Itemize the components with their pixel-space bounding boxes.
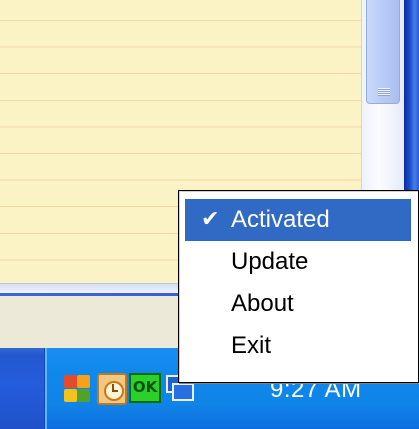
menu-item-update[interactable]: Update	[185, 241, 411, 283]
menu-item-activated[interactable]: ✔ Activated	[185, 199, 411, 241]
menu-item-exit[interactable]: Exit	[185, 325, 411, 367]
office-icon-part	[64, 389, 77, 402]
clock-icon[interactable]	[97, 373, 127, 405]
checkmark-icon: ✔	[201, 207, 220, 232]
menu-item-label: About	[231, 290, 294, 317]
office-icon-part	[64, 375, 77, 388]
ok-icon-label: OK	[132, 378, 158, 396]
context-menu: ✔ Activated Update About Exit	[178, 190, 419, 383]
office-icon-part	[77, 375, 90, 388]
office-icon-part	[77, 389, 90, 402]
menu-item-label: Activated	[231, 206, 330, 233]
menu-item-label: Update	[231, 248, 309, 275]
menu-item-label: Exit	[231, 332, 272, 359]
monitor-front	[172, 383, 194, 401]
grip-icon	[378, 88, 390, 96]
ok-icon[interactable]: OK	[129, 373, 161, 403]
office-icon[interactable]	[62, 373, 92, 405]
clock-hand	[112, 390, 118, 392]
menu-item-about[interactable]: About	[185, 283, 411, 325]
scrollbar-thumb[interactable]	[366, 0, 400, 104]
